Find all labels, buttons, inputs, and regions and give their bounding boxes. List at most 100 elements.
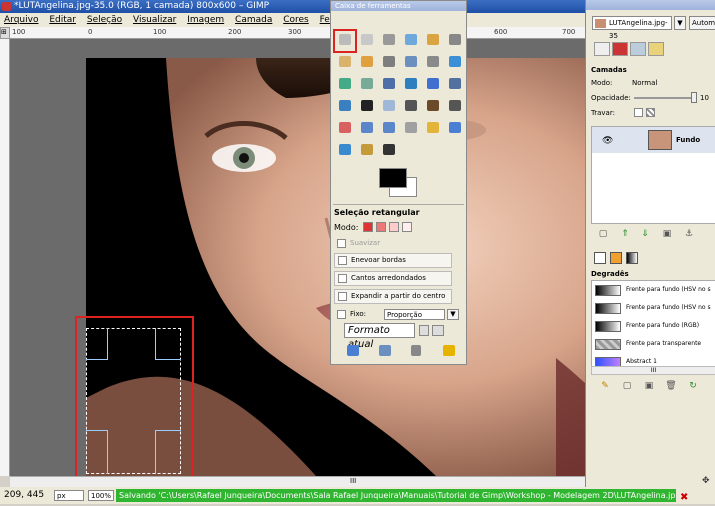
- clone-tool-icon[interactable]: [401, 119, 421, 136]
- foreground-color-swatch[interactable]: [379, 168, 407, 188]
- layers-tab-icon[interactable]: [594, 42, 610, 56]
- rounded-option[interactable]: Cantos arredondados: [334, 271, 452, 286]
- warp-tool-icon[interactable]: [379, 141, 399, 158]
- bucket-fill-tool-icon[interactable]: [379, 97, 399, 114]
- feather-option[interactable]: Enevoar bordas: [334, 253, 452, 268]
- duplicate-layer-icon[interactable]: ▣: [660, 228, 674, 240]
- menu-cores[interactable]: Cores: [279, 13, 313, 27]
- eraser-tool-icon[interactable]: [335, 119, 355, 136]
- color-picker-tool-icon[interactable]: [379, 53, 399, 70]
- mode-replace-icon[interactable]: [363, 222, 373, 232]
- layer-row[interactable]: 👁 Fundo: [592, 127, 715, 153]
- gradient-tab-icon[interactable]: [626, 252, 638, 264]
- expand-center-option[interactable]: Expandir a partir do centro: [334, 289, 452, 304]
- crop-tool-icon[interactable]: [357, 75, 377, 92]
- undo-tab-icon[interactable]: [648, 42, 664, 56]
- paths-tab-icon[interactable]: [630, 42, 646, 56]
- smudge-tool-icon[interactable]: [445, 119, 465, 136]
- opacity-slider-track[interactable]: [634, 97, 694, 99]
- edit-gradient-icon[interactable]: ✎: [598, 380, 612, 392]
- gradients-scrollbar[interactable]: III: [591, 366, 715, 375]
- free-select-tool-icon[interactable]: [379, 31, 399, 48]
- rotate-tool-icon[interactable]: [379, 75, 399, 92]
- image-select[interactable]: LUTAngelina.jpg-35: [592, 16, 672, 40]
- lock-icon[interactable]: [419, 325, 429, 336]
- rounded-checkbox[interactable]: [338, 274, 347, 283]
- menu-arquivo[interactable]: Arquivo: [0, 13, 42, 27]
- ink-tool-icon[interactable]: [379, 119, 399, 136]
- pattern-tab-icon[interactable]: [610, 252, 622, 264]
- mode-subtract-icon[interactable]: [389, 222, 399, 232]
- lock-pixels-checkbox[interactable]: [634, 108, 643, 117]
- gradient-item[interactable]: Frente para fundo (HSV no s: [592, 301, 715, 316]
- feather-checkbox[interactable]: [338, 256, 347, 265]
- channels-tab-icon[interactable]: [612, 42, 628, 56]
- scale-tool-icon[interactable]: [401, 75, 421, 92]
- format-input[interactable]: Formato atual: [344, 323, 415, 350]
- fuzzy-select-tool-icon[interactable]: [401, 31, 421, 48]
- delete-options-icon[interactable]: [411, 345, 421, 356]
- save-options-icon[interactable]: [347, 345, 359, 356]
- perspective-tool-icon[interactable]: [445, 75, 465, 92]
- gradient-item[interactable]: Frente para transparente: [592, 337, 715, 352]
- pencil-tool-icon[interactable]: [423, 97, 443, 114]
- layer-mode-select[interactable]: Normal: [632, 79, 657, 87]
- opacity-value[interactable]: 10: [700, 94, 709, 102]
- fixed-checkbox[interactable]: [337, 310, 346, 319]
- heal-tool-icon[interactable]: [423, 119, 443, 136]
- aspect-icon[interactable]: [432, 325, 444, 336]
- zoom-tool-icon[interactable]: [401, 53, 421, 70]
- fixed-select[interactable]: Proporção: [384, 309, 445, 320]
- paths-tool-icon[interactable]: [357, 53, 377, 70]
- eye-icon[interactable]: 👁: [602, 136, 613, 146]
- rect-select-tool-icon[interactable]: [335, 31, 355, 48]
- lock-alpha-icon[interactable]: [646, 108, 655, 117]
- menu-imagem[interactable]: Imagem: [183, 13, 228, 27]
- layer-name[interactable]: Fundo: [676, 136, 700, 144]
- refresh-gradient-icon[interactable]: ↻: [686, 380, 700, 392]
- lower-layer-icon[interactable]: ⇓: [638, 228, 652, 240]
- anchor-layer-icon[interactable]: ⚓: [682, 228, 696, 240]
- brush-tab-icon[interactable]: [594, 252, 606, 264]
- menu-editar[interactable]: Editar: [45, 13, 80, 27]
- new-layer-icon[interactable]: ▢: [596, 228, 610, 240]
- scissors-tool-icon[interactable]: [445, 31, 465, 48]
- align-tool-icon[interactable]: [335, 75, 355, 92]
- dodge-tool-icon[interactable]: [335, 141, 355, 158]
- zoom-select[interactable]: 100%: [88, 490, 114, 501]
- menu-camada[interactable]: Camada: [231, 13, 276, 27]
- shear-tool-icon[interactable]: [423, 75, 443, 92]
- gradients-list[interactable]: Frente para fundo (HSV no s Frente para …: [591, 280, 715, 374]
- color-select-tool-icon[interactable]: [423, 31, 443, 48]
- gradient-item[interactable]: Frente para fundo (HSV no s: [592, 283, 715, 298]
- unit-select[interactable]: px: [54, 490, 84, 501]
- foreground-select-tool-icon[interactable]: [335, 53, 355, 70]
- expand-center-checkbox[interactable]: [338, 292, 347, 301]
- flip-tool-icon[interactable]: [335, 97, 355, 114]
- navigate-icon[interactable]: ✥: [702, 476, 710, 486]
- auto-button[interactable]: Autom: [689, 16, 715, 30]
- chevron-down-icon[interactable]: ▼: [674, 16, 686, 30]
- ellipse-select-tool-icon[interactable]: [357, 31, 377, 48]
- gradient-item[interactable]: Frente para fundo (RGB): [592, 319, 715, 334]
- delete-gradient-icon[interactable]: 🗑: [664, 380, 678, 392]
- new-gradient-icon[interactable]: ▢: [620, 380, 634, 392]
- blur-tool-icon[interactable]: [357, 141, 377, 158]
- opacity-slider-handle[interactable]: [691, 92, 697, 103]
- chevron-down-icon[interactable]: ▼: [447, 309, 459, 320]
- text-tool-icon[interactable]: [357, 97, 377, 114]
- blend-tool-icon[interactable]: [401, 97, 421, 114]
- vertical-ruler[interactable]: [0, 39, 10, 476]
- ruler-corner-button[interactable]: ⊞: [0, 27, 10, 39]
- airbrush-tool-icon[interactable]: [357, 119, 377, 136]
- layers-list[interactable]: 👁 Fundo: [591, 126, 715, 224]
- paintbrush-tool-icon[interactable]: [445, 97, 465, 114]
- reset-options-icon[interactable]: [443, 345, 455, 356]
- cancel-icon[interactable]: ✖: [680, 489, 688, 506]
- mode-add-icon[interactable]: [376, 222, 386, 232]
- raise-layer-icon[interactable]: ⇑: [618, 228, 632, 240]
- menu-visualizar[interactable]: Visualizar: [129, 13, 180, 27]
- duplicate-gradient-icon[interactable]: ▣: [642, 380, 656, 392]
- move-tool-icon[interactable]: [445, 53, 465, 70]
- mode-intersect-icon[interactable]: [402, 222, 412, 232]
